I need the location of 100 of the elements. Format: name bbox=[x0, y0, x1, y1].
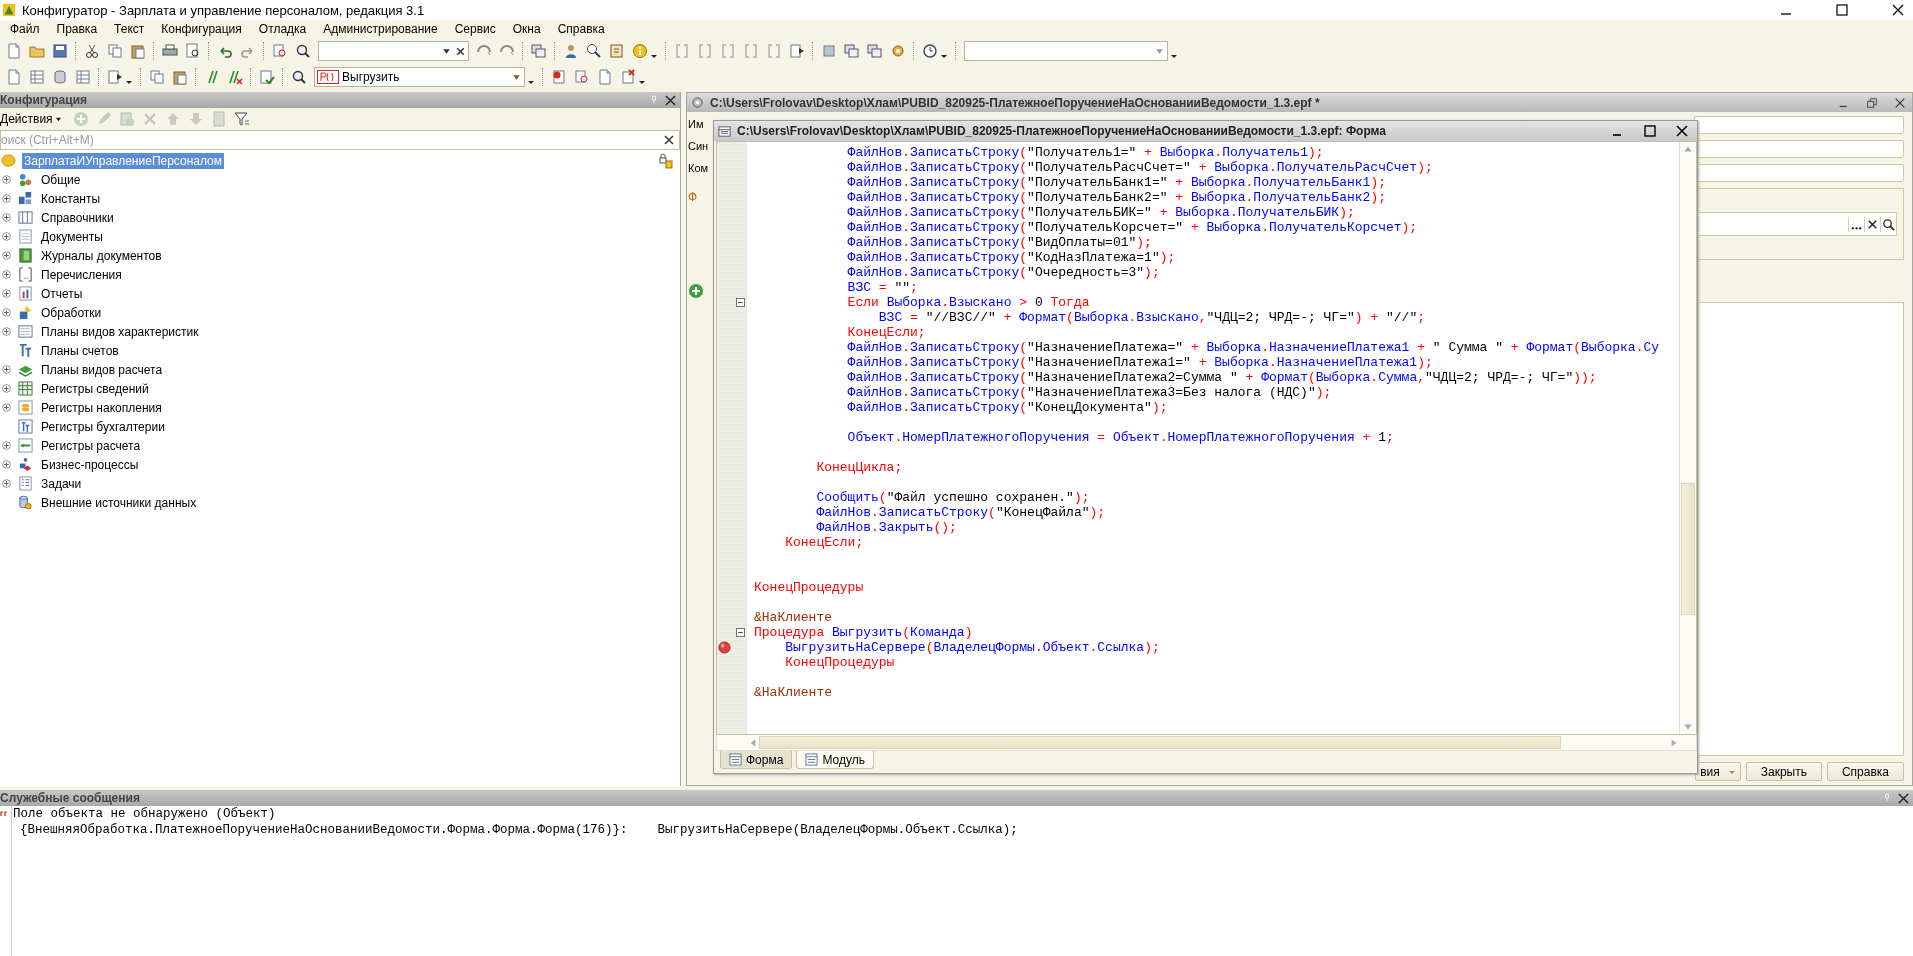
menu-item[interactable]: Конфигурация bbox=[161, 22, 242, 36]
menu-item[interactable]: Справка bbox=[557, 22, 605, 36]
cut-icon[interactable] bbox=[84, 43, 100, 59]
tree-item[interactable]: Общие bbox=[39, 171, 83, 188]
dropdown-field[interactable] bbox=[964, 41, 1168, 61]
actions-menu[interactable]: Действия bbox=[0, 112, 62, 126]
clock-icon[interactable] bbox=[922, 43, 938, 59]
windows-icon[interactable] bbox=[844, 43, 860, 59]
expand-icon[interactable] bbox=[1, 308, 11, 317]
tree-item[interactable]: Перечисления bbox=[39, 266, 124, 283]
tree-item[interactable]: Документы bbox=[39, 228, 105, 245]
scroll-thumb[interactable] bbox=[1681, 483, 1695, 615]
tree-item[interactable]: Регистры бухгалтерии bbox=[39, 418, 167, 435]
menu-item[interactable]: Окна bbox=[512, 22, 541, 36]
input-field[interactable] bbox=[1694, 116, 1904, 134]
close-icon[interactable] bbox=[665, 94, 676, 106]
caret-icon[interactable] bbox=[650, 52, 658, 60]
form-button[interactable]: Закрыть bbox=[1745, 762, 1822, 781]
check-icon[interactable] bbox=[259, 69, 275, 85]
table-icon[interactable] bbox=[75, 69, 91, 85]
form-button[interactable]: вия bbox=[1695, 762, 1741, 781]
expand-icon[interactable] bbox=[1, 251, 11, 260]
search-icon[interactable] bbox=[295, 43, 311, 59]
maximize-icon[interactable] bbox=[1643, 124, 1657, 138]
expand-icon[interactable] bbox=[1, 403, 11, 412]
tree-item[interactable]: Справочники bbox=[39, 209, 116, 226]
menu-item[interactable]: Текст bbox=[114, 22, 145, 36]
expand-icon[interactable] bbox=[1, 384, 11, 393]
menu-item[interactable]: Сервис bbox=[454, 22, 496, 36]
caret-icon[interactable] bbox=[527, 78, 535, 86]
document-icon[interactable] bbox=[6, 69, 22, 85]
form-button[interactable]: Справка bbox=[1826, 762, 1904, 781]
search-icon[interactable] bbox=[291, 69, 307, 85]
document-icon[interactable] bbox=[597, 69, 613, 85]
scroll-thumb[interactable] bbox=[759, 736, 1561, 749]
add-icon[interactable] bbox=[688, 283, 704, 299]
expand-icon[interactable] bbox=[1, 441, 11, 450]
tree-item[interactable]: Задачи bbox=[39, 475, 84, 492]
expand-icon[interactable] bbox=[1, 460, 11, 469]
message-text[interactable]: {ВнешняяОбработка.ПлатежноеПоручениеНаОснованииВедомости.Форма.Форма.Форма(176)}: ВыгрузитьНаСервере(ВладелецФормы.Объект.Ссылка); bbox=[13, 822, 1018, 838]
tree-item[interactable]: Регистры накопления bbox=[39, 399, 164, 416]
windows-icon[interactable] bbox=[867, 43, 883, 59]
print-icon[interactable] bbox=[162, 43, 178, 59]
tree-item[interactable]: Планы видов расчета bbox=[39, 361, 165, 378]
clear-icon[interactable] bbox=[663, 134, 675, 146]
table-icon[interactable] bbox=[29, 69, 45, 85]
expand-icon[interactable] bbox=[1, 270, 11, 279]
expand-icon[interactable] bbox=[1, 194, 11, 203]
close-icon[interactable] bbox=[1675, 124, 1689, 138]
run-icon[interactable] bbox=[107, 69, 123, 85]
menu-item[interactable]: Администрирование bbox=[323, 22, 438, 36]
menu-item[interactable]: Файл bbox=[10, 22, 40, 36]
collapse-icon[interactable] bbox=[736, 298, 745, 307]
vertical-scrollbar[interactable] bbox=[1679, 142, 1696, 734]
tree-item[interactable]: Отчеты bbox=[39, 285, 85, 302]
preview-icon[interactable] bbox=[185, 43, 201, 59]
copy-icon[interactable] bbox=[149, 69, 165, 85]
expand-icon[interactable] bbox=[1, 289, 11, 298]
expand-icon[interactable] bbox=[1, 175, 11, 184]
paste-icon[interactable] bbox=[172, 69, 188, 85]
message-text[interactable]: Поле объекта не обнаружено (Объект) bbox=[13, 806, 1018, 822]
more-icon[interactable] bbox=[1848, 216, 1864, 232]
tree-item[interactable]: Планы видов характеристик bbox=[39, 323, 201, 340]
expand-icon[interactable] bbox=[1, 327, 11, 336]
copy-icon[interactable] bbox=[107, 43, 123, 59]
editor-tab[interactable]: Форма bbox=[720, 751, 793, 769]
tree-item[interactable]: Константы bbox=[39, 190, 103, 207]
horizontal-scrollbar[interactable] bbox=[716, 735, 1697, 751]
run-icon[interactable] bbox=[789, 43, 805, 59]
find-document-icon[interactable] bbox=[272, 43, 288, 59]
command-combo[interactable]: Выгрузить bbox=[314, 67, 525, 87]
caret-icon[interactable] bbox=[638, 78, 646, 86]
tree-item[interactable]: Бизнес-процессы bbox=[39, 456, 141, 473]
restore-icon[interactable] bbox=[1866, 96, 1878, 109]
caret-icon[interactable] bbox=[54, 115, 62, 123]
gear-icon[interactable] bbox=[890, 43, 906, 59]
tree-item[interactable]: Регистры сведений bbox=[39, 380, 151, 397]
caret-icon[interactable] bbox=[940, 52, 948, 60]
paste-icon[interactable] bbox=[130, 43, 146, 59]
windows-icon[interactable] bbox=[531, 43, 547, 59]
filter-icon[interactable] bbox=[233, 111, 250, 127]
close-icon[interactable] bbox=[1898, 792, 1909, 804]
breakpoint-icon[interactable] bbox=[718, 641, 731, 654]
person-icon[interactable] bbox=[563, 43, 579, 59]
maximize-icon[interactable] bbox=[1835, 3, 1849, 17]
expand-icon[interactable] bbox=[1, 232, 11, 241]
close-icon[interactable] bbox=[1891, 3, 1905, 17]
tree-item[interactable]: Внешние источники данных bbox=[39, 494, 199, 511]
tree-item[interactable]: Регистры расчета bbox=[39, 437, 143, 454]
uncomment-icon[interactable] bbox=[227, 69, 243, 85]
info-icon[interactable] bbox=[632, 43, 648, 59]
editor-tab[interactable]: Модуль bbox=[796, 751, 874, 769]
caret-icon[interactable] bbox=[1170, 52, 1178, 60]
breakpoint-icon[interactable] bbox=[551, 69, 567, 85]
search-icon[interactable] bbox=[1880, 216, 1896, 232]
collapse-icon[interactable] bbox=[736, 628, 745, 637]
expand-icon[interactable] bbox=[1, 479, 11, 488]
select-field[interactable] bbox=[1695, 212, 1897, 236]
open-folder-icon[interactable] bbox=[29, 43, 45, 59]
menu-item[interactable]: Отладка bbox=[258, 22, 307, 36]
